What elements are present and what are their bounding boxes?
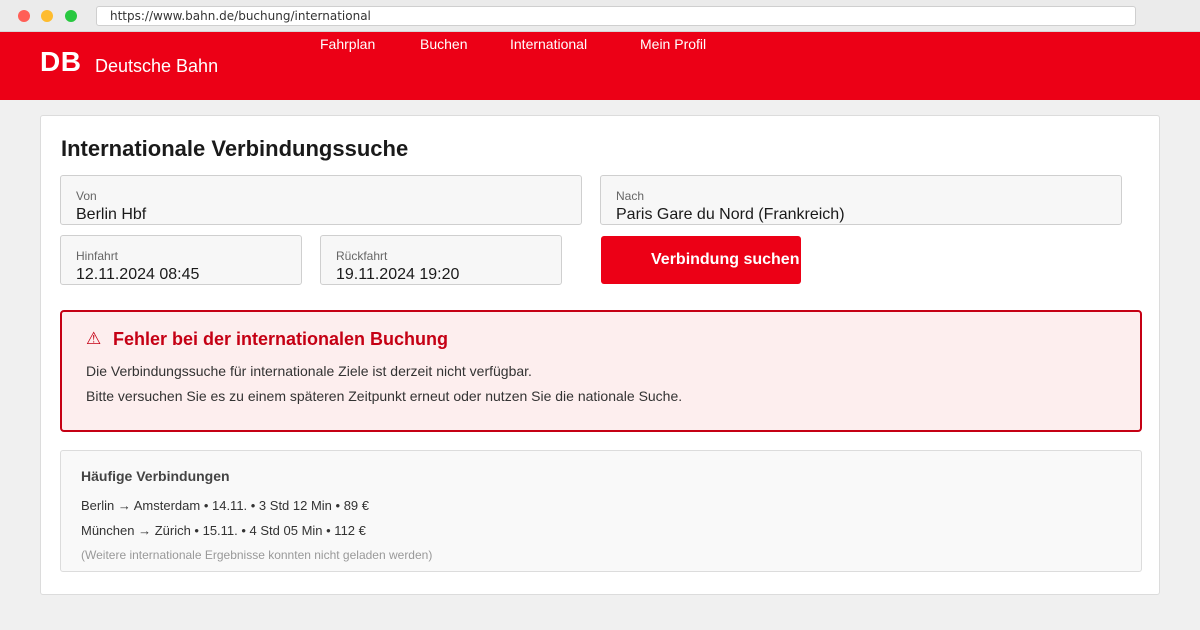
list-item[interactable]: München → Zürich • 15.11. • 4 Std 05 Min… (81, 523, 366, 538)
to-field[interactable]: Nach Paris Gare du Nord (Frankreich) (600, 175, 1122, 225)
search-connection-button[interactable]: Verbindung suchen (601, 236, 801, 284)
frequent-connections-note: (Weitere internationale Ergebnisse konnt… (81, 548, 433, 562)
nav-item-international[interactable]: International (510, 36, 587, 52)
window-close-button[interactable] (18, 10, 30, 22)
warning-icon: ⚠ (86, 329, 102, 349)
browser-chrome: https://www.bahn.de/buchung/internationa… (0, 0, 1200, 32)
nav-item-fahrplan[interactable]: Fahrplan (320, 36, 375, 52)
nav-item-buchen[interactable]: Buchen (420, 36, 467, 52)
outbound-date-label: Hinfahrt (76, 249, 119, 263)
db-logo[interactable]: DB (40, 46, 81, 78)
frequent-connections-title: Häufige Verbindungen (81, 468, 230, 484)
frequent-connections: Häufige Verbindungen Berlin → Amsterdam … (60, 450, 1142, 572)
error-message-line-2: Bitte versuchen Sie es zu einem späteren… (86, 388, 683, 404)
window-minimize-button[interactable] (41, 10, 53, 22)
search-card: Internationale Verbindungssuche Von Berl… (40, 115, 1160, 595)
window-maximize-button[interactable] (65, 10, 77, 22)
return-date-value: 19.11.2024 19:20 (336, 266, 460, 283)
address-bar[interactable]: https://www.bahn.de/buchung/internationa… (96, 6, 1136, 26)
nav-item-mein-profil[interactable]: Mein Profil (640, 36, 706, 52)
error-message-line-1: Die Verbindungssuche für internationale … (86, 363, 532, 379)
outbound-date-value: 12.11.2024 08:45 (76, 266, 200, 283)
from-field[interactable]: Von Berlin Hbf (60, 175, 582, 225)
to-field-value: Paris Gare du Nord (Frankreich) (616, 206, 845, 223)
site-header: DB Deutsche Bahn Fahrplan Buchen Interna… (0, 32, 1200, 100)
error-title: Fehler bei der internationalen Buchung (113, 329, 449, 349)
page-title: Internationale Verbindungssuche (61, 136, 409, 161)
brand-name: Deutsche Bahn (95, 56, 219, 76)
outbound-date-field[interactable]: Hinfahrt 12.11.2024 08:45 (60, 235, 302, 285)
from-field-value: Berlin Hbf (76, 206, 147, 223)
from-field-label: Von (76, 189, 97, 203)
return-date-label: Rückfahrt (336, 249, 388, 263)
to-field-label: Nach (616, 189, 645, 203)
list-item[interactable]: Berlin → Amsterdam • 14.11. • 3 Std 12 M… (81, 498, 369, 513)
return-date-field[interactable]: Rückfahrt 19.11.2024 19:20 (320, 235, 562, 285)
error-alert: ⚠ Fehler bei der internationalen Buchung… (60, 310, 1142, 432)
